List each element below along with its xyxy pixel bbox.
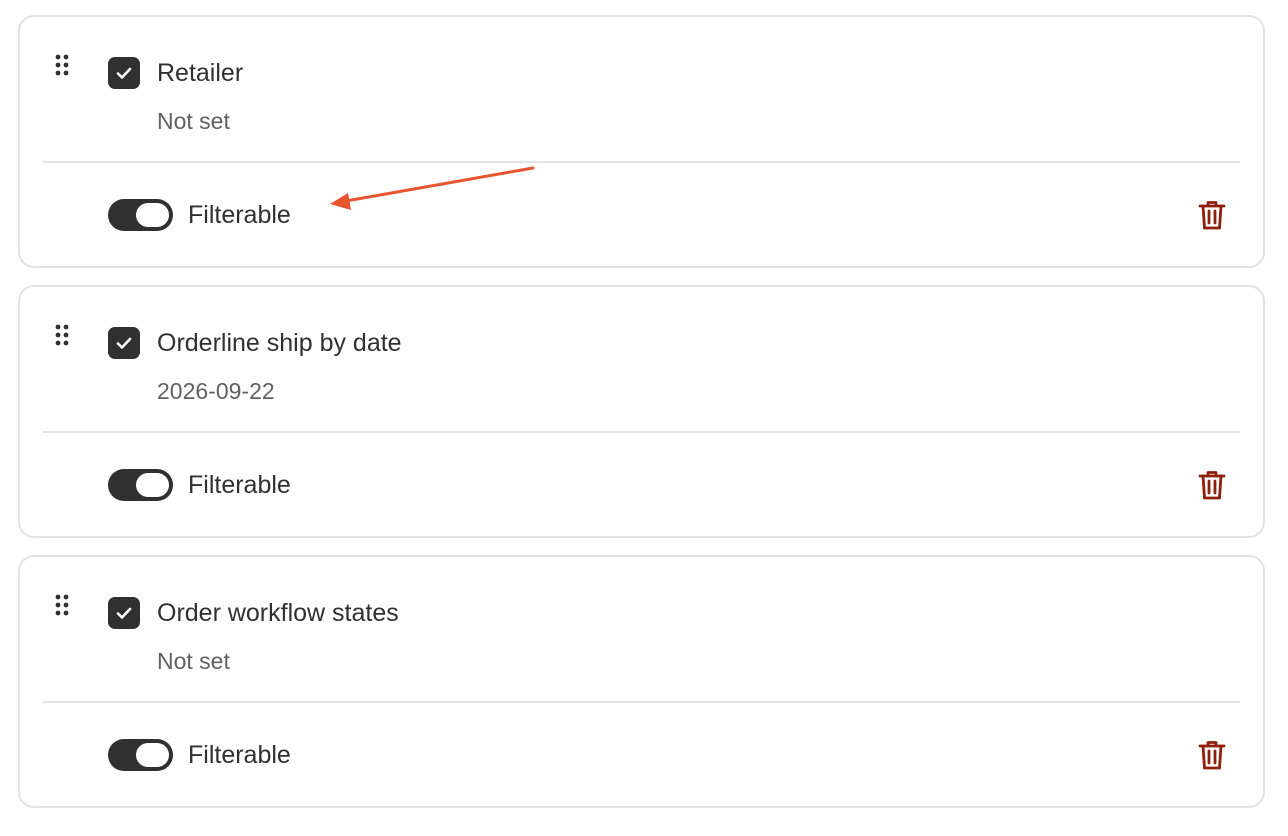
field-checkbox[interactable] (108, 597, 140, 629)
field-value: 2026-09-22 (157, 378, 275, 404)
filterable-label: Filterable (188, 201, 291, 229)
delete-button[interactable] (1194, 197, 1230, 233)
filterable-label: Filterable (188, 471, 291, 499)
divider (43, 431, 1240, 433)
divider (43, 161, 1240, 163)
toggle-knob (136, 203, 169, 227)
toggle-knob (136, 743, 169, 767)
trash-icon (1198, 741, 1226, 770)
divider (43, 701, 1240, 703)
field-checkbox[interactable] (108, 327, 140, 359)
field-label: Order workflow states (157, 599, 399, 627)
trash-icon (1198, 201, 1226, 230)
filterable-toggle[interactable] (108, 469, 173, 501)
filterable-toggle[interactable] (108, 739, 173, 771)
delete-button[interactable] (1194, 737, 1230, 773)
drag-handle-icon[interactable] (55, 54, 69, 76)
field-value: Not set (157, 648, 230, 674)
delete-button[interactable] (1194, 467, 1230, 503)
field-checkbox[interactable] (108, 57, 140, 89)
field-label: Retailer (157, 59, 244, 87)
filterable-toggle[interactable] (108, 199, 173, 231)
checkmark-icon (116, 607, 132, 619)
filterable-label: Filterable (188, 741, 291, 769)
toggle-knob (136, 473, 169, 497)
field-card: Retailer Not set Filterable (18, 15, 1265, 268)
checkmark-icon (116, 67, 132, 79)
drag-handle-icon[interactable] (55, 594, 69, 616)
field-card: Orderline ship by date 2026-09-22 Filter… (18, 285, 1265, 538)
drag-handle-icon[interactable] (55, 324, 69, 346)
field-label: Orderline ship by date (157, 329, 402, 357)
checkmark-icon (116, 337, 132, 349)
trash-icon (1198, 471, 1226, 500)
field-value: Not set (157, 108, 230, 134)
field-card: Order workflow states Not set Filterable (18, 555, 1265, 808)
